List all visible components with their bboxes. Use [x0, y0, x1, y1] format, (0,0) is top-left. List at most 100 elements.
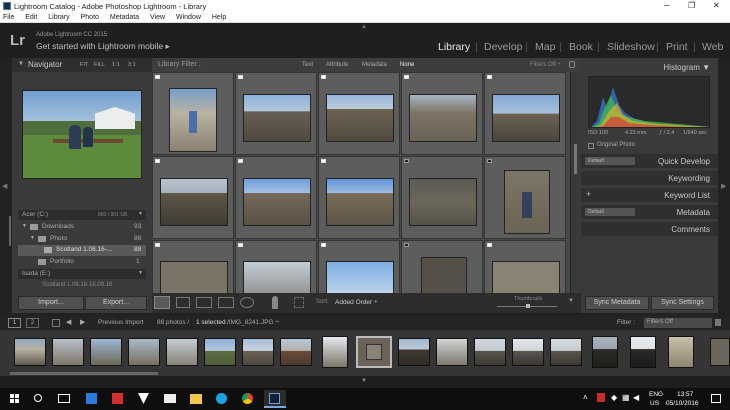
acrobat-icon[interactable]: [112, 393, 123, 404]
painter-icon[interactable]: [272, 296, 278, 309]
tray-icon[interactable]: ◆: [611, 393, 617, 402]
top-panel-toggle-icon[interactable]: ▲: [361, 24, 367, 30]
filmstrip-thumb[interactable]: [52, 338, 84, 366]
forward-arrow-icon[interactable]: ▶: [80, 318, 85, 326]
filmstrip-thumb[interactable]: [630, 336, 656, 368]
filter-preset-select[interactable]: Filters Off ÷: [530, 62, 561, 68]
toolbar-menu-icon[interactable]: ▼: [568, 298, 574, 304]
filmstrip-thumb[interactable]: [14, 338, 46, 366]
comments-header[interactable]: Comments: [581, 222, 718, 236]
mobile-promo-link[interactable]: Get started with Lightroom mobile ▸: [36, 41, 170, 52]
slider-handle[interactable]: [526, 304, 530, 308]
sort-select[interactable]: Added Order ÷: [335, 299, 378, 306]
grid-cell[interactable]: [318, 156, 400, 239]
sync-metadata-button[interactable]: Sync Metadata: [585, 296, 649, 310]
restore-icon[interactable]: ❐: [688, 1, 695, 10]
folder-row[interactable]: Scotland 1.08.16-16.08.16: [18, 281, 146, 291]
weather-app-icon[interactable]: [86, 393, 97, 404]
network-icon[interactable]: ▦: [622, 393, 630, 402]
menu-window[interactable]: Window: [176, 14, 201, 21]
bottom-panel-toggle[interactable]: ▼: [0, 376, 730, 388]
menu-photo[interactable]: Photo: [81, 14, 99, 21]
task-view-icon[interactable]: [58, 394, 70, 403]
selected-filename[interactable]: /IMG_8241.JPG ÷: [227, 319, 279, 326]
module-web[interactable]: Web: [702, 41, 723, 53]
filmstrip-thumb[interactable]: [90, 338, 122, 366]
plus-icon[interactable]: +: [586, 189, 591, 199]
quick-develop-header[interactable]: Default Quick Develop: [581, 154, 718, 168]
volume-icon[interactable]: ◀: [633, 393, 639, 402]
filmstrip-thumb[interactable]: [436, 338, 468, 366]
search-icon[interactable]: [34, 394, 42, 402]
grid-cell[interactable]: [152, 240, 234, 293]
filmstrip-thumb[interactable]: [592, 336, 618, 368]
filmstrip-thumb[interactable]: [322, 336, 348, 368]
lightroom-taskbar-icon[interactable]: [264, 390, 286, 408]
feather-app-icon[interactable]: [138, 393, 149, 404]
filter-attribute[interactable]: Attribute: [326, 62, 348, 68]
region-code[interactable]: US: [650, 400, 659, 407]
file-explorer-icon[interactable]: [190, 394, 202, 404]
window-2-button[interactable]: 2: [26, 318, 39, 328]
filmstrip-thumb[interactable]: [128, 338, 160, 366]
minimize-icon[interactable]: ─: [664, 1, 670, 10]
filmstrip-thumb[interactable]: [166, 338, 198, 366]
folder-row-selected[interactable]: Scotland 1.08.16-... 88: [18, 245, 146, 256]
clock-date[interactable]: 05/10/2016: [666, 400, 699, 407]
metadata-header[interactable]: Default Metadata: [581, 205, 718, 219]
grid-cell[interactable]: [401, 72, 483, 155]
menu-edit[interactable]: Edit: [25, 14, 37, 21]
chrome-icon[interactable]: [242, 393, 253, 404]
module-develop[interactable]: Develop: [484, 41, 523, 53]
source-label[interactable]: Previous Import: [98, 319, 144, 326]
windows-start-icon[interactable]: [10, 394, 20, 404]
module-library[interactable]: Library: [438, 41, 470, 53]
keyword-list-header[interactable]: + Keyword List: [581, 188, 718, 202]
filmstrip-thumb[interactable]: [710, 338, 730, 366]
module-slideshow[interactable]: Slideshow: [607, 41, 655, 53]
filmstrip-thumb[interactable]: [280, 338, 312, 366]
folder-row[interactable]: Portfolio 1: [18, 257, 146, 267]
back-arrow-icon[interactable]: ◀: [66, 318, 71, 326]
compare-view-icon[interactable]: [196, 297, 212, 308]
grid-cell[interactable]: [318, 240, 400, 293]
skype-icon[interactable]: [216, 393, 227, 404]
clock-time[interactable]: 13:57: [677, 391, 693, 398]
lock-icon[interactable]: [569, 61, 575, 68]
grid-cell[interactable]: [235, 240, 317, 293]
filmstrip-thumb[interactable]: [550, 338, 582, 366]
sync-settings-button[interactable]: Sync Settings: [651, 296, 714, 310]
module-print[interactable]: Print: [666, 41, 688, 53]
filmstrip-thumb[interactable]: [474, 338, 506, 366]
histogram-header[interactable]: Histogram ▼: [663, 63, 710, 72]
menu-library[interactable]: Library: [48, 14, 69, 21]
menu-metadata[interactable]: Metadata: [110, 14, 139, 21]
filmstrip-thumb[interactable]: [204, 338, 236, 366]
zoom-1-1[interactable]: 1:1: [112, 62, 120, 68]
filmstrip-thumb[interactable]: [242, 338, 274, 366]
zoom-fill[interactable]: FILL: [94, 62, 105, 68]
grid-icon[interactable]: [52, 319, 60, 327]
navigator-preview[interactable]: [22, 90, 142, 179]
people-view-icon[interactable]: [240, 297, 254, 308]
grid-cell[interactable]: [484, 72, 566, 155]
volume-header-isada[interactable]: Isada (E:) ▼: [18, 269, 146, 279]
filmstrip-thumb[interactable]: [512, 338, 544, 366]
filter-metadata[interactable]: Metadata: [362, 62, 387, 68]
folder-row[interactable]: ▼ Downloads 93: [18, 222, 146, 232]
grid-cell[interactable]: [152, 156, 234, 239]
grid-cell[interactable]: [152, 72, 234, 155]
grid-scrollbar[interactable]: [571, 72, 581, 293]
grid-cell[interactable]: [318, 72, 400, 155]
grid-cell[interactable]: [235, 156, 317, 239]
export-button[interactable]: Export...: [85, 296, 147, 310]
bottom-panel-toggle-icon[interactable]: ▼: [361, 378, 367, 384]
menu-help[interactable]: Help: [212, 14, 226, 21]
loupe-view-icon[interactable]: [176, 297, 190, 308]
metadata-preset-select[interactable]: Default: [585, 208, 635, 216]
grid-cell[interactable]: [484, 240, 566, 293]
switch-icon[interactable]: [715, 319, 721, 326]
original-photo-checkbox[interactable]: [588, 143, 594, 149]
filmstrip-scrollbar[interactable]: [10, 372, 158, 375]
navigator-header[interactable]: ▼ Navigator FIT FILL 1:1 3:1: [12, 58, 152, 72]
